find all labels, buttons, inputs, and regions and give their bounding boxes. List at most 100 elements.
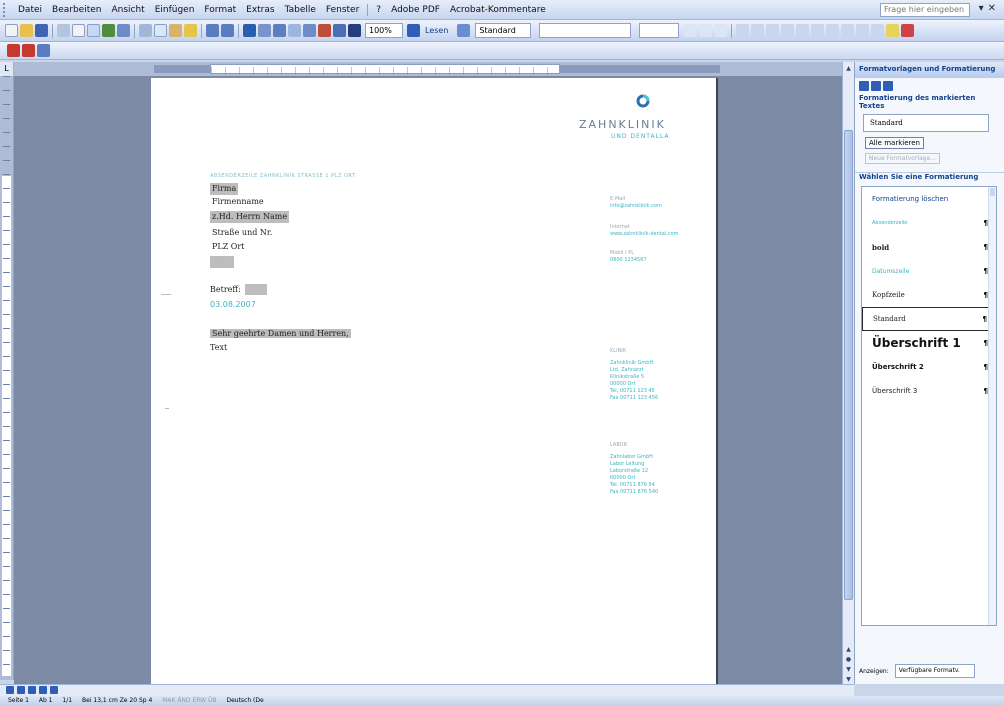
spelling-icon[interactable]: [102, 24, 115, 37]
style-item[interactable]: Kopfzeile ¶: [862, 283, 996, 307]
scroll-thumb[interactable]: [990, 188, 995, 196]
tables-borders-icon[interactable]: [258, 24, 271, 37]
style-item[interactable]: Überschrift 1 ¶: [862, 331, 996, 355]
status-modes[interactable]: MAK ÄND ERW ÜB: [162, 696, 216, 706]
vertical-ruler[interactable]: [0, 76, 14, 680]
scroll-down-icon[interactable]: ▼: [844, 675, 853, 684]
redo-icon[interactable]: [221, 24, 234, 37]
menubar-grip[interactable]: [3, 2, 9, 17]
font-color-icon[interactable]: [901, 24, 915, 37]
bold-icon[interactable]: [684, 24, 698, 37]
outline-view-icon[interactable]: [39, 686, 47, 694]
permission-icon[interactable]: [57, 24, 70, 37]
paste-icon[interactable]: [169, 24, 182, 37]
document-page[interactable]: ZAHNKLINIK UND DENTALLA ABSENDERZEILE ZA…: [151, 78, 716, 684]
numbering-icon[interactable]: [811, 24, 825, 37]
menu-fenster[interactable]: Fenster: [321, 2, 364, 18]
menu-adobe-pdf[interactable]: Adobe PDF: [386, 2, 445, 18]
help-search-input[interactable]: Frage hier eingeben: [880, 3, 970, 17]
reading-view-icon[interactable]: [50, 686, 58, 694]
menu-bearbeiten[interactable]: Bearbeiten: [47, 2, 106, 18]
underline-icon[interactable]: [714, 24, 728, 37]
line-spacing-icon[interactable]: [796, 24, 810, 37]
pdf-review-icon[interactable]: [37, 44, 50, 57]
new-style-button[interactable]: Neue Formatvorlage...: [865, 153, 940, 164]
menu-extras[interactable]: Extras: [241, 2, 279, 18]
decrease-indent-icon[interactable]: [841, 24, 855, 37]
print-preview-icon[interactable]: [87, 24, 100, 37]
columns-icon[interactable]: [303, 24, 316, 37]
style-item-selected[interactable]: Standard ¶: [862, 307, 996, 331]
align-right-icon[interactable]: [766, 24, 780, 37]
menu-acrobat-comments[interactable]: Acrobat-Kommentare: [445, 2, 551, 18]
menu-format[interactable]: Format: [199, 2, 241, 18]
read-mode-button[interactable]: Lesen: [421, 26, 452, 35]
status-language[interactable]: Deutsch (De: [226, 696, 263, 706]
convert-pdf-email-icon[interactable]: [22, 44, 35, 57]
select-all-button[interactable]: Alle markieren: [865, 137, 924, 149]
help-icon[interactable]: [407, 24, 420, 37]
bullets-icon[interactable]: [826, 24, 840, 37]
open-folder-icon[interactable]: [20, 24, 33, 37]
highlight-icon[interactable]: [886, 24, 900, 37]
next-page-icon[interactable]: ▼: [844, 665, 853, 674]
italic-icon[interactable]: [699, 24, 713, 37]
subject-field[interactable]: [244, 284, 267, 295]
scroll-thumb[interactable]: [844, 130, 853, 600]
align-left-icon[interactable]: [736, 24, 750, 37]
research-icon[interactable]: [117, 24, 130, 37]
format-painter-icon[interactable]: [184, 24, 197, 37]
save-icon[interactable]: [35, 24, 48, 37]
horizontal-scrollbar[interactable]: [0, 684, 854, 696]
web-view-icon[interactable]: [17, 686, 25, 694]
style-item[interactable]: Überschrift 3 ¶: [862, 379, 996, 403]
font-size-select[interactable]: [639, 23, 680, 38]
print-icon[interactable]: [72, 24, 85, 37]
scroll-up-icon[interactable]: ▲: [844, 64, 853, 73]
browse-object-icon[interactable]: ●: [844, 655, 853, 664]
style-item[interactable]: Datumszeile ¶: [862, 259, 996, 283]
borders-icon[interactable]: [871, 24, 885, 37]
style-item[interactable]: Absenderzeile ¶: [862, 211, 996, 235]
window-close-icon[interactable]: ▾✕: [979, 3, 1000, 14]
home-icon[interactable]: [883, 81, 893, 91]
task-pane-title[interactable]: Formatvorlagen und Formatierung: [855, 62, 1004, 78]
style-item[interactable]: bold ¶: [862, 235, 996, 259]
current-format-box[interactable]: Standard: [863, 114, 989, 132]
hyperlink-icon[interactable]: [243, 24, 256, 37]
style-pane-icon[interactable]: [457, 24, 471, 37]
style-item[interactable]: Formatierung löschen: [862, 187, 996, 211]
menu-datei[interactable]: Datei: [13, 2, 47, 18]
menu-tabelle[interactable]: Tabelle: [280, 2, 321, 18]
show-filter-select[interactable]: Verfügbare Formatv.: [894, 664, 975, 678]
menu-ansicht[interactable]: Ansicht: [106, 2, 149, 18]
increase-indent-icon[interactable]: [856, 24, 870, 37]
menu-help[interactable]: ?: [371, 2, 386, 18]
vertical-scrollbar[interactable]: ▲ ▲ ● ▼ ▼: [842, 62, 854, 684]
zoom-select[interactable]: 100%: [365, 23, 403, 38]
cut-icon[interactable]: [139, 24, 152, 37]
drawing-icon[interactable]: [318, 24, 331, 37]
horizontal-ruler[interactable]: [14, 62, 842, 76]
new-document-icon[interactable]: [5, 24, 18, 37]
insert-table-icon[interactable]: [273, 24, 286, 37]
justify-icon[interactable]: [781, 24, 795, 37]
align-center-icon[interactable]: [751, 24, 765, 37]
forward-icon[interactable]: [871, 81, 881, 91]
style-list-scrollbar[interactable]: [988, 187, 996, 625]
undo-icon[interactable]: [206, 24, 219, 37]
back-icon[interactable]: [859, 81, 869, 91]
show-hide-icon[interactable]: [348, 24, 361, 37]
normal-view-icon[interactable]: [6, 686, 14, 694]
style-item[interactable]: Überschrift 2 ¶: [862, 355, 996, 379]
insert-excel-icon[interactable]: [288, 24, 301, 37]
document-map-icon[interactable]: [333, 24, 346, 37]
print-layout-icon[interactable]: [28, 686, 36, 694]
font-select[interactable]: [539, 23, 632, 38]
tab-selector[interactable]: L: [0, 62, 14, 76]
previous-page-icon[interactable]: ▲: [844, 645, 853, 654]
style-select[interactable]: Standard: [475, 23, 532, 38]
copy-icon[interactable]: [154, 24, 167, 37]
menu-einfuegen[interactable]: Einfügen: [150, 2, 200, 18]
convert-pdf-icon[interactable]: [7, 44, 20, 57]
